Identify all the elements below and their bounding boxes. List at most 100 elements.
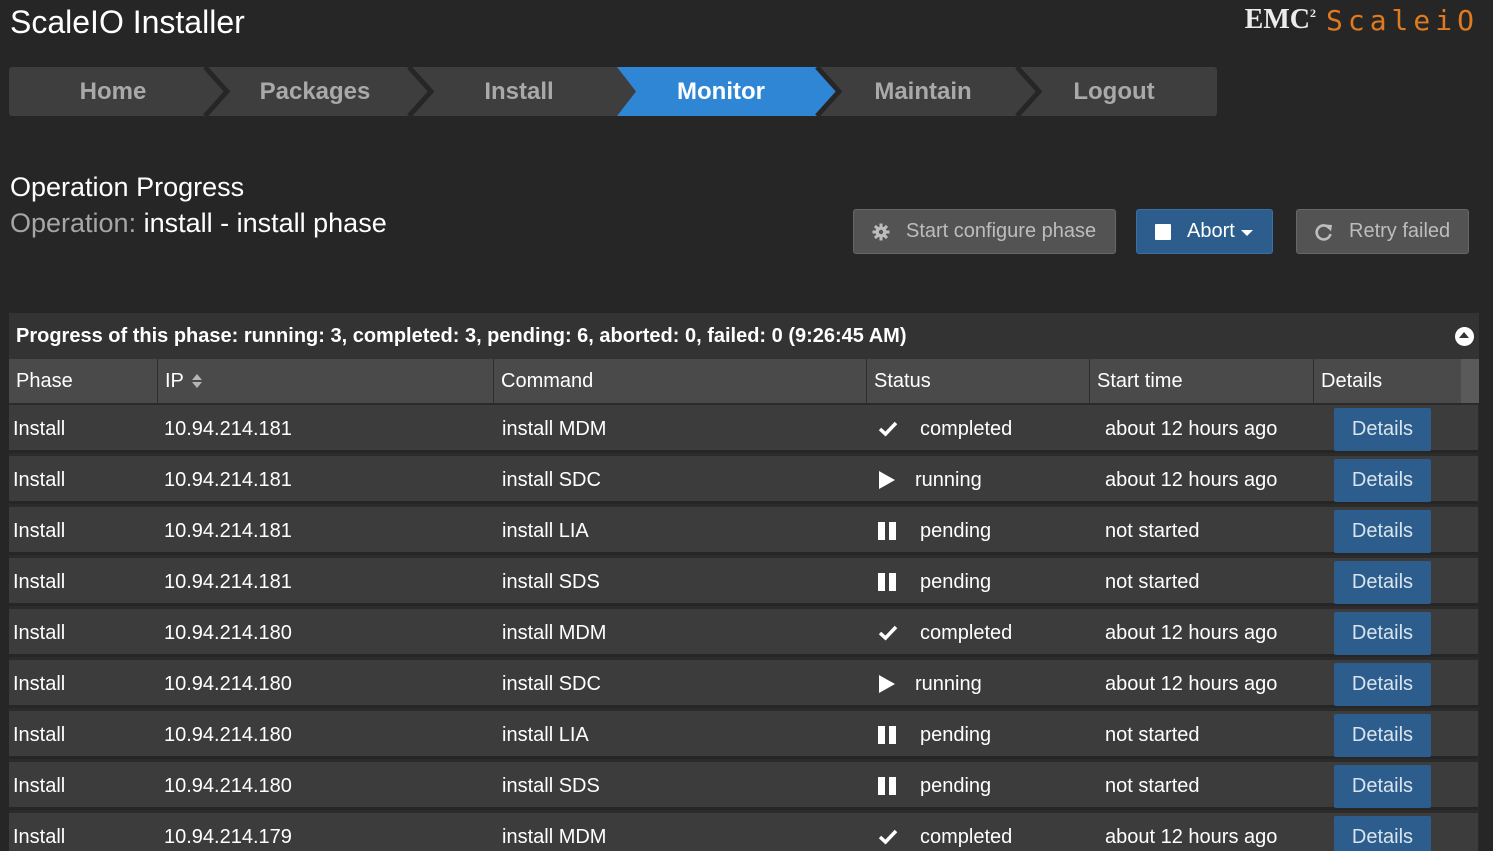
cell-phase: Install — [13, 468, 66, 491]
cell-status: pending — [920, 723, 992, 746]
cell-command: install MDM — [502, 621, 607, 644]
pause-icon — [878, 711, 896, 759]
cell-status: completed — [920, 825, 1013, 848]
cell-status: completed — [920, 621, 1013, 644]
cell-command: install SDC — [502, 468, 601, 491]
main-nav: Home Packages Install Monitor Maintain L… — [9, 67, 1217, 116]
table-row: Install 10.94.214.181 install MDM completed… — [9, 405, 1478, 453]
panel-title: Progress of this phase: running: 3, comp… — [16, 324, 907, 347]
cell-start-time: about 12 hours ago — [1105, 468, 1278, 491]
column-header-ip-label: IP — [165, 369, 184, 392]
cell-ip: 10.94.214.179 — [164, 825, 292, 848]
column-header-command[interactable]: Command — [494, 359, 867, 403]
cell-status: completed — [920, 417, 1013, 440]
app-title: ScaleIO Installer — [10, 4, 245, 40]
refresh-icon — [1315, 223, 1333, 241]
start-configure-phase-button[interactable]: Start configure phase — [853, 209, 1116, 254]
cell-phase: Install — [13, 519, 66, 542]
table-row: Install 10.94.214.180 install LIA pending no… — [9, 711, 1478, 759]
cell-command: install MDM — [502, 417, 607, 440]
cell-status: running — [915, 468, 982, 491]
cell-phase: Install — [13, 723, 66, 746]
pause-icon — [878, 558, 896, 606]
abort-label: Abort — [1187, 220, 1235, 242]
cell-start-time: about 12 hours ago — [1105, 621, 1278, 644]
details-button[interactable]: Details — [1334, 459, 1431, 502]
operation-line: Operation: install - install phase — [10, 208, 387, 239]
progress-panel: Progress of this phase: running: 3, comp… — [9, 313, 1479, 851]
cell-start-time: not started — [1105, 774, 1200, 797]
table-row: Install 10.94.214.180 install MDM completed… — [9, 609, 1478, 657]
table-row: Install 10.94.214.181 install LIA pending no… — [9, 507, 1478, 555]
details-button[interactable]: Details — [1334, 561, 1431, 604]
cell-command: install MDM — [502, 825, 607, 848]
cell-start-time: about 12 hours ago — [1105, 417, 1278, 440]
table-row: Install 10.94.214.179 install MDM completed… — [9, 813, 1478, 851]
cell-phase: Install — [13, 672, 66, 695]
table-row: Install 10.94.214.181 install SDC running ab… — [9, 456, 1478, 504]
nav-tab-packages[interactable]: Packages — [213, 67, 417, 116]
pause-icon — [878, 762, 896, 810]
cell-phase: Install — [13, 825, 66, 848]
page-title: Operation Progress — [10, 172, 245, 202]
cell-phase: Install — [13, 774, 66, 797]
cell-start-time: not started — [1105, 519, 1200, 542]
brand-superscript: 2 — [1309, 6, 1316, 20]
nav-tab-install[interactable]: Install — [417, 67, 621, 116]
check-icon — [878, 609, 898, 657]
nav-tab-home[interactable]: Home — [9, 67, 217, 116]
gear-icon — [872, 223, 890, 241]
details-button[interactable]: Details — [1334, 510, 1431, 553]
cell-start-time: not started — [1105, 570, 1200, 593]
column-header-ip[interactable]: IP — [158, 359, 494, 403]
nav-tab-logout[interactable]: Logout — [1019, 67, 1209, 116]
cell-start-time: about 12 hours ago — [1105, 672, 1278, 695]
table-row: Install 10.94.214.180 install SDC running ab… — [9, 660, 1478, 708]
nav-tab-maintain[interactable]: Maintain — [821, 67, 1025, 116]
details-button[interactable]: Details — [1334, 408, 1431, 451]
brand-product: ScaleiO — [1325, 4, 1479, 37]
play-icon — [878, 660, 896, 708]
table-row: Install 10.94.214.181 install SDS pending no… — [9, 558, 1478, 606]
pause-icon — [878, 507, 896, 555]
check-icon — [878, 405, 898, 453]
cell-command: install SDS — [502, 570, 600, 593]
column-header-details: Details — [1321, 369, 1383, 392]
cell-ip: 10.94.214.181 — [164, 468, 292, 491]
sort-icon — [191, 373, 202, 389]
details-button[interactable]: Details — [1334, 765, 1431, 808]
abort-button[interactable]: Abort — [1136, 209, 1273, 254]
details-button[interactable]: Details — [1334, 663, 1431, 706]
retry-failed-button[interactable]: Retry failed — [1296, 209, 1469, 254]
cell-status: pending — [920, 570, 992, 593]
table-row: Install 10.94.214.180 install SDS pending no… — [9, 762, 1478, 810]
cell-phase: Install — [13, 570, 66, 593]
operation-value: install - install phase — [143, 208, 387, 238]
details-button[interactable]: Details — [1334, 714, 1431, 757]
brand-logo: EMC 2 ScaleiO — [1245, 4, 1479, 37]
cell-ip: 10.94.214.180 — [164, 774, 292, 797]
cell-phase: Install — [13, 417, 66, 440]
column-header-start-time[interactable]: Start time — [1090, 359, 1314, 403]
column-header-phase[interactable]: Phase — [9, 359, 158, 403]
cell-status: running — [915, 672, 982, 695]
table-header: Phase IP Command Status Start time Detai… — [9, 359, 1461, 403]
cell-phase: Install — [13, 621, 66, 644]
cell-ip: 10.94.214.181 — [164, 417, 292, 440]
play-icon — [878, 456, 896, 504]
collapse-icon[interactable] — [1455, 327, 1474, 346]
nav-tab-monitor[interactable]: Monitor — [619, 67, 823, 116]
operation-label: Operation: — [10, 208, 137, 238]
details-button[interactable]: Details — [1334, 612, 1431, 655]
scrollbar-header-spacer — [1461, 359, 1479, 403]
chevron-down-icon — [1240, 230, 1253, 236]
column-header-status[interactable]: Status — [867, 359, 1090, 403]
cell-command: install LIA — [502, 519, 589, 542]
details-button[interactable]: Details — [1334, 816, 1431, 851]
cell-command: install SDS — [502, 774, 600, 797]
cell-ip: 10.94.214.181 — [164, 519, 292, 542]
cell-ip: 10.94.214.180 — [164, 672, 292, 695]
cell-start-time: not started — [1105, 723, 1200, 746]
cell-ip: 10.94.214.181 — [164, 570, 292, 593]
cell-ip: 10.94.214.180 — [164, 621, 292, 644]
